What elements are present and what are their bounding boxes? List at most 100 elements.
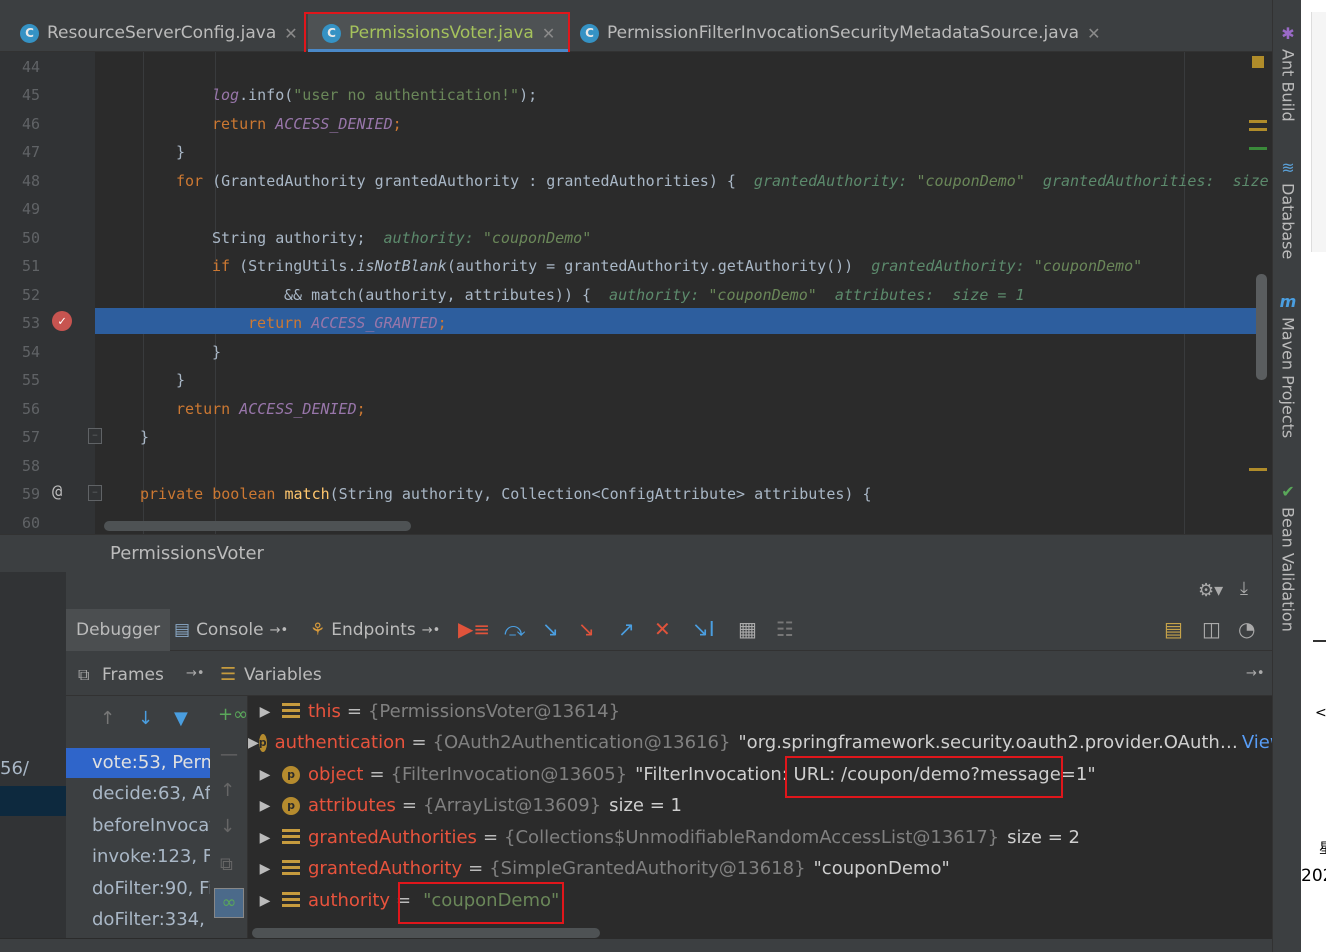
variables-title: Variables (244, 665, 322, 685)
variables-tree[interactable]: ▶ this = {PermissionsVoter@13614} ▶ p au… (248, 696, 1272, 942)
step-out-icon[interactable]: ↗ (618, 617, 635, 641)
tool-maven-projects[interactable]: m Maven Projects (1276, 292, 1300, 438)
breadcrumb[interactable]: PermissionsVoter (0, 534, 1272, 572)
error-stripe-mark[interactable] (1249, 120, 1267, 123)
fold-marker-icon[interactable]: − (88, 428, 102, 444)
divider (1313, 640, 1326, 642)
breadcrumb-item[interactable]: PermissionsVoter (110, 543, 264, 564)
error-stripe-mark[interactable] (1249, 147, 1267, 150)
editor-vertical-scrollbar[interactable] (1256, 274, 1267, 380)
warning-marker-icon[interactable] (1252, 56, 1264, 68)
expand-arrow-icon[interactable]: ▶ (248, 830, 282, 846)
tab-resource-server-config[interactable]: C ResourceServerConfig.java ✕ (20, 14, 298, 52)
tool-bean-validation[interactable]: ✔ Bean Validation (1276, 482, 1300, 632)
close-icon[interactable]: ✕ (1087, 24, 1100, 43)
memory-view-icon[interactable]: ◫ (1202, 617, 1221, 641)
tab-permission-filter-metadata-source[interactable]: C PermissionFilterInvocationSecurityMeta… (580, 14, 1101, 52)
frames-list[interactable]: vote:53, Perm decide:63, Aff beforeInvoc… (66, 748, 210, 938)
variable-row[interactable]: ▶ this = {PermissionsVoter@13614} (248, 696, 1272, 727)
frame-item[interactable]: beforeInvocat (66, 811, 210, 841)
java-class-icon: C (580, 23, 599, 43)
tab-label: PermissionFilterInvocationSecurityMetada… (607, 23, 1080, 43)
line-number: 54 (21, 343, 40, 361)
previous-frame-icon[interactable]: ↑ (100, 708, 115, 729)
variable-row[interactable]: ▶ p object = {FilterInvocation@13605} "F… (248, 759, 1272, 790)
trace-stream-icon[interactable]: ☷ (776, 617, 794, 641)
chevron-left-icon[interactable]: < (1315, 705, 1326, 721)
filter-icon[interactable]: ▼ (174, 708, 188, 729)
gear-icon[interactable]: ⚙▾ (1198, 580, 1223, 601)
drop-frame-icon[interactable]: ✕ (654, 617, 671, 641)
endpoints-icon: ⚘ (310, 620, 326, 640)
tab-permissions-voter[interactable]: C PermissionsVoter.java ✕ (308, 14, 570, 52)
move-up-icon[interactable]: ↑ (220, 780, 235, 801)
close-icon[interactable]: ✕ (284, 24, 297, 43)
remove-watch-icon[interactable]: — (220, 744, 238, 765)
move-down-icon[interactable]: ↓ (220, 816, 235, 837)
error-stripe-mark[interactable] (1249, 468, 1267, 471)
hint-value: "couponDemo" (1033, 257, 1143, 275)
frame-item[interactable]: doFilter:90, Fi (66, 874, 210, 904)
fold-marker-icon[interactable]: − (88, 485, 102, 501)
copy-icon[interactable]: ⧉ (220, 854, 233, 875)
breakpoint-icon[interactable]: ✓ (52, 311, 72, 331)
variable-name: attributes (308, 795, 396, 816)
tool-database[interactable]: ≋ Database (1276, 158, 1300, 259)
force-step-into-icon[interactable]: ↘ (578, 617, 595, 641)
code-line-47: } (176, 143, 186, 161)
code-token: return (212, 115, 267, 133)
variable-row[interactable]: ▶ p attributes = {ArrayList@13609} size … (248, 790, 1272, 821)
variable-row[interactable]: ▶ authority = "couponDemo" (248, 885, 1272, 916)
tab-label: Console (196, 620, 264, 640)
profiler-icon[interactable]: ◔ (1238, 617, 1255, 641)
variable-row[interactable]: ▶ p authentication = {OAuth2Authenticati… (248, 727, 1272, 758)
variables-horizontal-scrollbar[interactable] (252, 928, 600, 938)
tool-ant-build[interactable]: ✱ Ant Build (1276, 24, 1300, 122)
frame-item[interactable]: vote:53, Perm (66, 748, 210, 778)
editor-horizontal-scrollbar[interactable] (104, 521, 411, 531)
frame-item[interactable]: doFilter:334, F (66, 905, 210, 935)
variable-equals: = (369, 764, 385, 785)
variable-value: size = 1 (609, 795, 682, 816)
expand-arrow-icon[interactable]: ▶ (248, 735, 259, 751)
expand-arrow-icon[interactable]: ▶ (248, 767, 282, 783)
selected-session-row[interactable] (0, 786, 66, 816)
bean-validation-icon: ✔ (1281, 482, 1295, 501)
error-stripe-mark[interactable] (1249, 128, 1267, 131)
expand-arrow-icon[interactable]: ▶ (248, 893, 282, 909)
view-link[interactable]: View (1242, 732, 1272, 753)
evaluate-expression-icon[interactable]: ▦ (738, 617, 757, 641)
code-editor[interactable]: 44 45 46 47 48 49 50 51 52 53 54 55 56 5… (0, 52, 1272, 534)
hide-panel-icon[interactable]: ⤓ (1240, 578, 1248, 599)
tab-console[interactable]: ▤ Console →• (174, 609, 288, 651)
expand-arrow-icon[interactable]: ▶ (248, 798, 282, 814)
new-watch-icon[interactable]: +∞ (218, 704, 248, 725)
expand-arrow-icon[interactable]: ▶ (248, 704, 282, 720)
next-frame-icon[interactable]: ↓ (138, 708, 153, 729)
tab-debugger[interactable]: Debugger (66, 609, 171, 651)
code-token: ACCESS_GRANTED (311, 314, 438, 332)
show-watches-icon[interactable]: ∞ (214, 888, 244, 918)
show-execution-point-icon[interactable]: ▶≡ (458, 617, 490, 641)
variable-name: authority (308, 890, 391, 911)
variable-value: size = 2 (1007, 827, 1080, 848)
field-icon (282, 859, 300, 878)
code-token: log (212, 86, 240, 104)
variable-name: object (308, 764, 364, 785)
variable-row[interactable]: ▶ grantedAuthority = {SimpleGrantedAutho… (248, 853, 1272, 884)
run-to-cursor-icon[interactable]: ↘I (692, 617, 715, 641)
step-into-icon[interactable]: ↘ (542, 617, 559, 641)
variable-name: grantedAuthority (308, 858, 463, 879)
close-icon[interactable]: ✕ (542, 24, 555, 43)
restore-layout-icon[interactable]: ▤ (1164, 617, 1183, 641)
frame-item[interactable]: decide:63, Aff (66, 779, 210, 809)
pin-icon[interactable]: →• (186, 666, 205, 681)
tab-endpoints[interactable]: ⚘ Endpoints →• (310, 609, 440, 651)
pin-icon[interactable]: →• (1246, 666, 1265, 681)
override-marker-icon[interactable]: @ (52, 482, 62, 502)
step-over-icon[interactable]: ⤼ (504, 617, 525, 641)
variable-row[interactable]: ▶ grantedAuthorities = {Collections$Unmo… (248, 822, 1272, 853)
variable-type: {ArrayList@13609} (422, 795, 602, 816)
frame-item[interactable]: invoke:123, Fi (66, 842, 210, 872)
expand-arrow-icon[interactable]: ▶ (248, 861, 282, 877)
